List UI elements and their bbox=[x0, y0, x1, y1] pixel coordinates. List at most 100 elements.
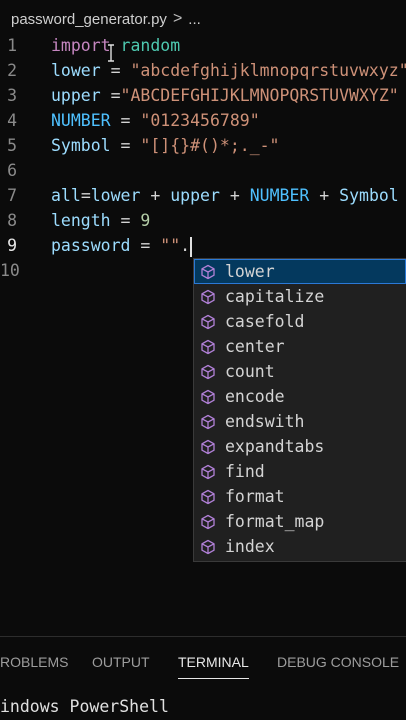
line-code: Symbol = "[]{}#()*;._-" bbox=[51, 133, 280, 158]
code-token: = bbox=[100, 61, 131, 80]
cube-icon bbox=[201, 514, 215, 529]
line-number: 9 bbox=[7, 236, 17, 255]
line-code: lower = "abcdefghijklmnopqrstuvwxyz" bbox=[51, 58, 406, 83]
code-token: "" bbox=[160, 236, 181, 255]
suggestion-label: index bbox=[225, 537, 275, 556]
code-token: + bbox=[140, 186, 171, 205]
cube-icon bbox=[201, 464, 215, 479]
line-code: upper ="ABCDEFGHIJKLMNOPQRSTUVWXYZ" bbox=[51, 83, 399, 108]
panel-tab[interactable]: ROBLEMS bbox=[0, 654, 68, 670]
suggestion-item[interactable]: encode bbox=[194, 384, 406, 409]
autocomplete-suggestions[interactable]: lower capitalize casefold center count encode… bbox=[193, 258, 406, 562]
cube-icon bbox=[201, 339, 215, 354]
suggestion-label: center bbox=[225, 337, 285, 356]
code-token: + bbox=[309, 186, 340, 205]
code-token: NUMBER bbox=[51, 111, 111, 130]
cube-icon bbox=[201, 439, 215, 454]
breadcrumb-file[interactable]: password_generator.py bbox=[11, 11, 167, 28]
code-token: upper bbox=[51, 86, 101, 105]
suggestion-item[interactable]: format_map bbox=[194, 509, 406, 534]
code-token: upper bbox=[170, 186, 220, 205]
code-line[interactable]: 5 Symbol = "[]{}#()*;._-" bbox=[0, 133, 406, 158]
panel-tab[interactable]: OUTPUT bbox=[92, 654, 150, 670]
suggestion-item[interactable]: capitalize bbox=[194, 284, 406, 309]
chevron-right-icon: > bbox=[172, 10, 183, 27]
panel-tab[interactable]: TERMINAL bbox=[178, 654, 249, 679]
suggestion-label: format_map bbox=[225, 512, 325, 531]
code-token: . bbox=[180, 236, 191, 255]
code-line[interactable]: 6 bbox=[0, 158, 406, 183]
panel-tab[interactable]: DEBUG CONSOLE bbox=[277, 654, 399, 670]
terminal-output[interactable]: indows PowerShell bbox=[0, 697, 169, 716]
code-token: = bbox=[130, 236, 161, 255]
code-token: password bbox=[51, 236, 131, 255]
suggestion-item[interactable]: casefold bbox=[194, 309, 406, 334]
code-line[interactable]: 4 NUMBER = "0123456789" bbox=[0, 108, 406, 133]
line-number: 7 bbox=[7, 186, 17, 205]
cube-icon bbox=[201, 314, 215, 329]
breadcrumb: password_generator.py > ... bbox=[0, 8, 201, 30]
code-token: random bbox=[120, 36, 181, 55]
suggestion-item[interactable]: endswith bbox=[194, 409, 406, 434]
code-token: = bbox=[100, 86, 121, 105]
breadcrumb-more[interactable]: ... bbox=[188, 11, 201, 28]
suggestion-label: find bbox=[225, 462, 265, 481]
code-token: 9 bbox=[140, 211, 151, 230]
suggestion-item[interactable]: expandtabs bbox=[194, 434, 406, 459]
code-token: "abcdefghijklmnopqrstuvwxyz" bbox=[130, 61, 406, 80]
code-token: "0123456789" bbox=[140, 111, 260, 130]
code-token: lower bbox=[51, 61, 101, 80]
cube-icon bbox=[201, 364, 215, 379]
line-code: all=lower + upper + NUMBER + Symbol bbox=[51, 183, 399, 208]
line-number: 8 bbox=[7, 211, 17, 230]
code-token: "ABCDEFGHIJKLMNOPQRSTUVWXYZ" bbox=[120, 86, 399, 105]
suggestion-item[interactable]: find bbox=[194, 459, 406, 484]
suggestion-item[interactable]: format bbox=[194, 484, 406, 509]
code-token: NUMBER bbox=[249, 186, 310, 205]
line-code: password = "". bbox=[51, 233, 193, 258]
line-number: 4 bbox=[7, 111, 17, 130]
code-token: = bbox=[110, 111, 141, 130]
suggestion-item[interactable]: count bbox=[194, 359, 406, 384]
code-token: all bbox=[51, 186, 81, 205]
code-token: Symbol bbox=[339, 186, 399, 205]
suggestion-item[interactable]: center bbox=[194, 334, 406, 359]
code-token: Symbol bbox=[51, 136, 111, 155]
suggestion-item[interactable]: index bbox=[194, 534, 406, 559]
code-token: "[]{}#()*;._-" bbox=[140, 136, 280, 155]
code-token: = bbox=[110, 211, 141, 230]
line-code: NUMBER = "0123456789" bbox=[51, 108, 260, 133]
cube-icon bbox=[201, 489, 215, 504]
text-caret bbox=[190, 236, 193, 257]
line-number: 2 bbox=[7, 61, 17, 80]
line-code: import random bbox=[51, 33, 180, 58]
code-token: = bbox=[110, 136, 141, 155]
line-number: 5 bbox=[7, 136, 17, 155]
suggestion-label: expandtabs bbox=[225, 437, 325, 456]
suggestion-label: format bbox=[225, 487, 285, 506]
cube-icon bbox=[201, 539, 215, 554]
code-line[interactable]: 1 import random bbox=[0, 33, 406, 58]
code-line[interactable]: 9 password = "". bbox=[0, 233, 406, 258]
code-line[interactable]: 8 length = 9 bbox=[0, 208, 406, 233]
code-token: + bbox=[219, 186, 250, 205]
code-line[interactable]: 3 upper ="ABCDEFGHIJKLMNOPQRSTUVWXYZ" bbox=[0, 83, 406, 108]
text-cursor-icon bbox=[108, 44, 114, 62]
suggestion-label: count bbox=[225, 362, 275, 381]
suggestion-label: capitalize bbox=[225, 287, 325, 306]
code-token: import bbox=[51, 36, 111, 55]
code-line[interactable]: 2 lower = "abcdefghijklmnopqrstuvwxyz" bbox=[0, 58, 406, 83]
cube-icon bbox=[201, 289, 215, 304]
code-line[interactable]: 7 all=lower + upper + NUMBER + Symbol bbox=[0, 183, 406, 208]
code-token: = bbox=[80, 186, 91, 205]
line-number: 1 bbox=[7, 36, 17, 55]
cube-icon bbox=[201, 414, 215, 429]
suggestion-label: lower bbox=[225, 262, 275, 281]
line-code: length = 9 bbox=[51, 208, 150, 233]
suggestion-item[interactable]: lower bbox=[194, 259, 406, 284]
suggestion-label: casefold bbox=[225, 312, 305, 331]
code-token: lower bbox=[90, 186, 141, 205]
cube-icon bbox=[201, 389, 215, 404]
line-number: 6 bbox=[7, 161, 17, 180]
cube-icon bbox=[201, 264, 215, 279]
